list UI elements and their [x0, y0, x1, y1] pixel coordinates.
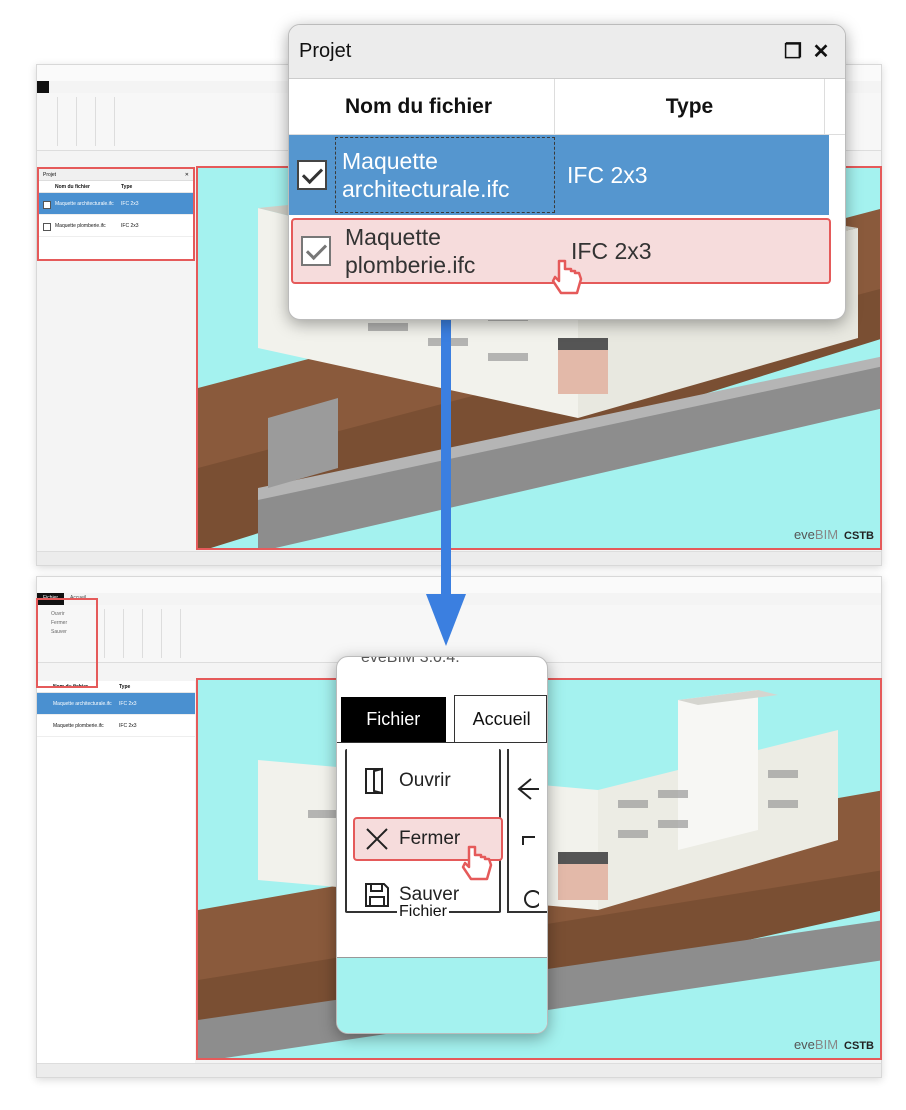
panel-columns: Nom du fichier Type	[39, 181, 193, 193]
file-name: Maquette plomberie.ifc	[53, 722, 104, 729]
ribbon-group-partial	[507, 749, 547, 913]
file-name: Maquette architecturale.ifc	[335, 137, 555, 213]
checkbox-icon[interactable]	[43, 200, 51, 209]
ribbon-fichier-highlight	[36, 598, 98, 688]
file-row[interactable]: Maquette architecturale.ifc IFC 2x3	[37, 693, 195, 715]
ribbon-tabs: Fichier Accueil	[337, 693, 547, 743]
file-type: IFC 2x3	[121, 222, 139, 229]
checkbox-checked-icon[interactable]	[297, 160, 327, 190]
file-name: Maquette architecturale.ifc	[55, 200, 114, 207]
evebim-cstb-logo: eveBIM CSTB	[793, 1037, 874, 1052]
file-row[interactable]: Maquette plomberie.ifc IFC 2x3	[39, 215, 193, 237]
tab-accueil[interactable]: Accueil	[453, 695, 547, 742]
project-panel-small: Projet ✕ Nom du fichier Type Maquette ar…	[37, 167, 195, 261]
ribbon-group	[64, 97, 77, 146]
open-label: Ouvrir	[399, 770, 451, 791]
ribbon-group	[83, 97, 96, 146]
hand-cursor-icon	[461, 845, 493, 881]
down-arrow-icon	[426, 296, 466, 646]
open-button[interactable]: Ouvrir	[355, 759, 499, 803]
window-title-fragment: eveBIM 3.0.4.	[361, 657, 460, 666]
tab-ifc[interactable]	[61, 81, 73, 93]
status-bar	[37, 1063, 881, 1077]
panel-title: Projet	[43, 172, 57, 178]
col-name-header[interactable]: Nom du fichier	[289, 79, 555, 134]
close-label: Fermer	[399, 828, 461, 849]
group-label: Fichier	[396, 903, 449, 920]
ribbon-group-fichier: Ouvrir Fermer Sauver Fichier	[345, 749, 503, 920]
file-row[interactable]: Maquette plomberie.ifc IFC 2x3	[37, 715, 195, 737]
file-name: Maquette plomberie.ifc	[345, 224, 476, 278]
ribbon-group	[45, 97, 58, 146]
ribbon-group	[168, 609, 181, 658]
tab-accueil[interactable]	[49, 81, 61, 93]
hand-cursor-icon	[551, 259, 583, 295]
col-type-header[interactable]: Type	[115, 681, 134, 692]
file-name: Maquette plomberie.ifc	[55, 222, 106, 229]
ribbon-group	[102, 97, 115, 146]
col-name-header[interactable]: Nom du fichier	[39, 181, 117, 192]
close-x-icon	[355, 826, 399, 852]
file-name: Maquette architecturale.ifc	[53, 700, 112, 707]
file-menu-zoom: eveBIM 3.0.4. Fichier Accueil Ouvrir Fer…	[336, 656, 548, 1034]
tab-fichier[interactable]: Fichier	[341, 697, 446, 742]
file-type: IFC 2x3	[567, 161, 648, 188]
table-header: Nom du fichier Type	[289, 79, 845, 135]
close-icon[interactable]: ✕	[807, 39, 835, 64]
project-panel-small: Nom du fichier Type Maquette architectur…	[37, 681, 195, 1065]
col-type-header[interactable]: Type	[117, 181, 136, 192]
ribbon-group	[130, 609, 143, 658]
file-type: IFC 2x3	[121, 200, 139, 207]
evebim-cstb-logo: eveBIM CSTB	[793, 527, 874, 542]
panel-title: Projet	[299, 40, 352, 62]
checkbox-checked-icon[interactable]	[301, 236, 331, 266]
ribbon-group	[111, 609, 124, 658]
file-row-architecturale[interactable]: Maquette architecturale.ifc IFC 2x3	[289, 135, 829, 215]
checkbox-icon[interactable]	[43, 222, 51, 231]
panel-header: Projet ❐ ✕	[289, 25, 845, 79]
undock-icon[interactable]: ❐	[779, 39, 807, 64]
file-type: IFC 2x3	[119, 700, 137, 707]
file-type: IFC 2x3	[119, 722, 137, 729]
project-panel-zoom: Projet ❐ ✕ Nom du fichier Type Maquette a…	[288, 24, 846, 320]
tab-fichier[interactable]	[37, 81, 49, 93]
ribbon-group	[149, 609, 162, 658]
open-door-icon	[355, 767, 399, 795]
panel-header: Projet ✕	[39, 169, 193, 181]
viewport-fragment	[337, 957, 547, 1033]
col-type-header[interactable]: Type	[555, 79, 825, 134]
file-row[interactable]: Maquette architecturale.ifc IFC 2x3	[39, 193, 193, 215]
panel-close-icon[interactable]: ✕	[185, 172, 189, 178]
